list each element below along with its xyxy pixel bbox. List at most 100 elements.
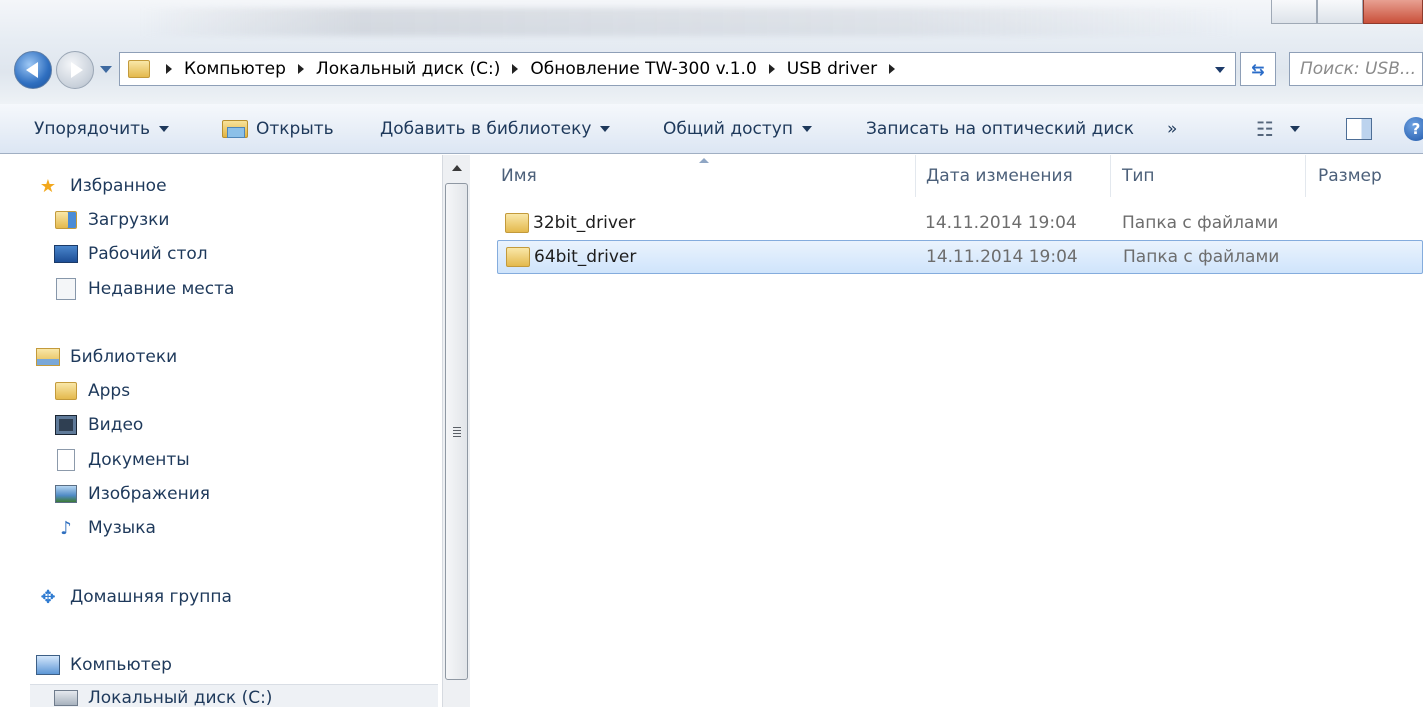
help-icon: ? [1404,117,1423,141]
file-date: 14.11.2014 19:04 [925,213,1077,233]
homegroup-icon: ✥ [40,586,56,608]
view-list-icon: ☷ [1256,117,1274,141]
desktop-icon [54,243,78,265]
breadcrumb-item-update[interactable]: Обновление TW-300 v.1.0 [530,59,756,79]
sort-ascending-icon [699,158,709,163]
preview-pane-button[interactable] [1346,104,1372,154]
nav-item-images[interactable]: Изображения [54,483,210,505]
add-to-library-label: Добавить в библиотеку [380,119,592,139]
nav-item-local-disk[interactable]: Локальный диск (C:) [54,687,272,707]
breadcrumb-item-computer[interactable]: Компьютер [184,59,286,79]
column-divider[interactable] [915,155,916,197]
scrollbar-thumb[interactable] [445,183,468,680]
nav-label: Недавние места [88,279,235,299]
nav-item-video[interactable]: Видео [54,414,143,436]
downloads-folder-icon [54,209,78,231]
open-label: Открыть [256,119,334,139]
breadcrumb-separator-icon [166,64,172,74]
search-input[interactable]: Поиск: USB... [1289,52,1423,86]
forward-button[interactable] [56,51,94,89]
nav-item-documents[interactable]: Документы [54,449,190,471]
file-row-32bit-driver[interactable]: 32bit_driver 14.11.2014 19:04 Папка с фа… [497,206,1423,240]
libraries-icon [36,346,60,368]
column-header-date-modified[interactable]: Дата изменения [926,155,1073,197]
nav-item-music[interactable]: ♪ Музыка [54,517,156,539]
maximize-button[interactable] [1317,0,1363,24]
forward-arrow-icon [70,62,83,78]
documents-icon [54,449,78,471]
refresh-button[interactable]: ⇆ [1240,52,1276,86]
organize-button[interactable]: Упорядочить [34,104,170,154]
address-bar[interactable]: Компьютер Локальный диск (C:) Обновление… [119,52,1236,86]
nav-scrollbar[interactable] [442,155,470,707]
column-label: Размер [1318,166,1382,186]
column-divider[interactable] [1110,155,1111,197]
breadcrumb-separator-icon[interactable] [768,64,775,74]
organize-label: Упорядочить [34,119,151,139]
nav-item-apps[interactable]: Apps [54,380,130,402]
file-row-64bit-driver[interactable]: 64bit_driver 14.11.2014 19:04 Папка с фа… [497,240,1423,274]
search-placeholder: Поиск: USB... [1300,59,1417,79]
refresh-icon: ⇆ [1251,59,1265,79]
more-commands-button[interactable]: » [1167,104,1177,154]
nav-item-desktop[interactable]: Рабочий стол [54,243,208,265]
nav-item-homegroup[interactable]: ✥ Домашняя группа [36,586,232,608]
file-name: 64bit_driver [534,247,637,267]
address-history-dropdown-icon[interactable] [1215,67,1225,73]
blurred-title-strip [140,8,1240,36]
file-type: Папка с файлами [1122,213,1279,233]
add-to-library-button[interactable]: Добавить в библиотеку [380,104,611,154]
local-disk-icon [54,687,78,707]
nav-item-libraries[interactable]: Библиотеки [36,346,177,368]
minimize-button[interactable] [1271,0,1317,24]
share-button[interactable]: Общий доступ [663,104,812,154]
open-button[interactable]: Открыть [222,104,334,154]
chevron-down-icon [1289,126,1300,132]
folder-icon [506,247,530,267]
burn-label: Записать на оптический диск [866,119,1135,139]
nav-label: Загрузки [88,210,170,230]
nav-label: Музыка [88,518,156,538]
breadcrumb: Компьютер Локальный диск (C:) Обновление… [154,59,907,79]
close-button[interactable] [1363,0,1423,24]
nav-item-favorites[interactable]: ★ Избранное [36,175,167,197]
breadcrumb-item-local-disk[interactable]: Локальный диск (C:) [316,59,500,79]
navigation-pane: ★ Избранное Загрузки Рабочий стол Недавн… [0,155,442,707]
nav-label: Домашняя группа [70,587,232,607]
breadcrumb-item-usb-driver[interactable]: USB driver [787,59,877,79]
column-header-size[interactable]: Размер [1318,155,1382,197]
column-label: Имя [501,166,537,186]
nav-label: Документы [88,450,190,470]
recent-places-icon [54,278,78,300]
command-bar: Упорядочить Открыть Добавить в библиотек… [0,104,1423,154]
open-folder-icon [222,120,248,138]
breadcrumb-separator-icon[interactable] [512,64,519,74]
scroll-up-arrow-icon[interactable] [452,165,462,171]
change-view-button[interactable]: ☷ [1256,104,1300,154]
chevron-down-icon [600,126,611,132]
computer-icon [36,654,60,676]
column-header-type[interactable]: Тип [1122,155,1155,197]
column-divider[interactable] [1305,155,1306,197]
back-button[interactable] [14,51,52,89]
breadcrumb-separator-icon[interactable] [889,64,896,74]
burn-button[interactable]: Записать на оптический диск [866,104,1134,154]
breadcrumb-separator-icon[interactable] [297,64,304,74]
nav-label: Видео [88,415,144,435]
column-header-name[interactable]: Имя [501,155,537,197]
share-label: Общий доступ [663,119,793,139]
window-controls [1271,0,1423,24]
folder-icon [128,60,150,78]
nav-item-computer[interactable]: Компьютер [36,654,172,676]
chevron-down-icon [159,126,170,132]
recent-pages-dropdown-icon[interactable] [100,66,112,73]
nav-label: Избранное [70,176,167,196]
images-icon [54,483,78,505]
file-list-pane: Имя Дата изменения Тип Размер 32bit_driv… [471,155,1423,707]
nav-item-recent-places[interactable]: Недавние места [54,278,234,300]
preview-pane-icon [1346,118,1372,140]
folder-icon [54,380,78,402]
nav-item-downloads[interactable]: Загрузки [54,209,169,231]
help-button[interactable]: ? [1404,104,1423,154]
nav-label: Компьютер [70,655,172,675]
